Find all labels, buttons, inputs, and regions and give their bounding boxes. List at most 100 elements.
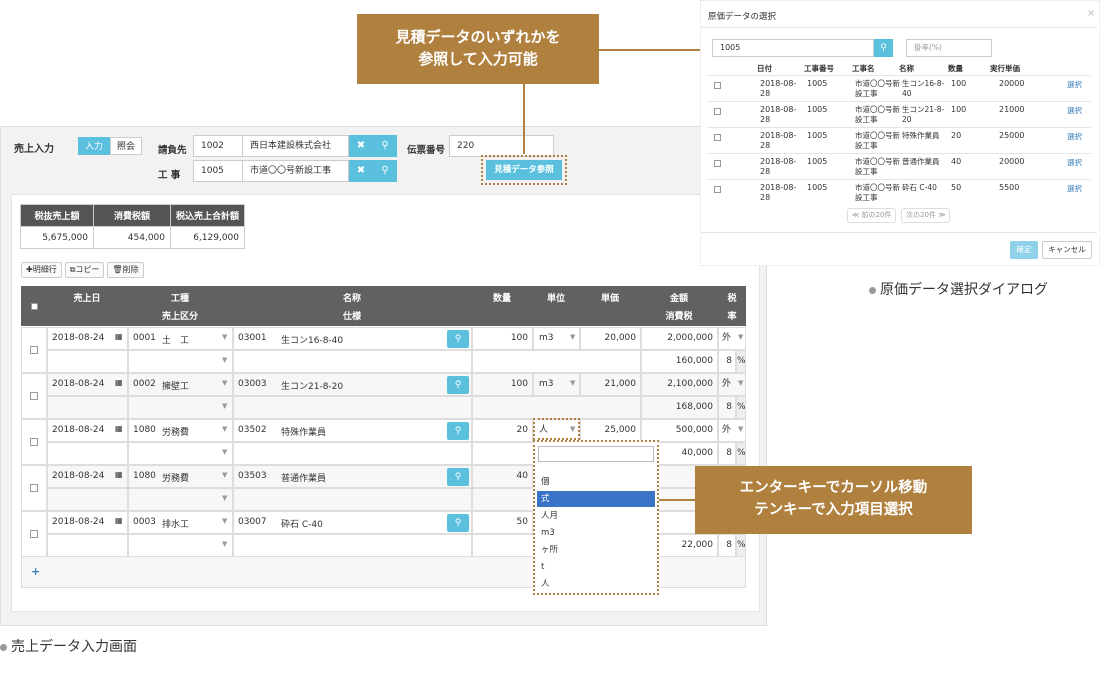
clear-icon[interactable]: ✖ (349, 160, 373, 182)
name-cell[interactable]: 03007 (233, 511, 472, 534)
sales-type-cell[interactable] (128, 396, 233, 419)
unit-option[interactable]: t (537, 559, 655, 575)
search-icon[interactable]: ⚲ (447, 422, 469, 440)
spec-cell[interactable] (233, 350, 472, 373)
sales-type-cell[interactable] (128, 488, 233, 511)
select-all-checkbox[interactable] (31, 303, 38, 310)
row-checkbox[interactable] (30, 530, 38, 538)
close-icon[interactable]: × (1087, 8, 1095, 19)
calendar-icon[interactable]: ▦ (115, 332, 123, 341)
name-cell[interactable]: 03502 (233, 419, 472, 442)
tax-rate-cell[interactable]: 8 (718, 442, 736, 465)
copy-button[interactable]: ⧉コピー (64, 262, 105, 278)
add-row-button[interactable]: ✚明細行 (21, 262, 62, 278)
next-page-button[interactable]: 次の20件 ≫ (901, 208, 951, 223)
qty-cell[interactable]: 100 (472, 373, 533, 396)
unit-option[interactable]: ヶ所 (537, 542, 655, 558)
select-link[interactable]: 選択 (1067, 79, 1082, 90)
chevron-down-icon[interactable]: ▼ (222, 379, 227, 387)
qty-cell[interactable]: 20 (472, 419, 533, 442)
chevron-down-icon[interactable]: ▼ (222, 448, 227, 456)
billing-name-input[interactable]: 西日本建設株式会社 (242, 135, 349, 157)
unit-option[interactable]: 人月 (537, 508, 655, 524)
project-name-input[interactable]: 市道〇〇号新設工事 (242, 160, 349, 182)
price-cell[interactable]: 20,000 (580, 327, 641, 350)
tab-view[interactable]: 照会 (110, 137, 143, 155)
spec-cell[interactable] (233, 488, 472, 511)
select-link[interactable]: 選択 (1067, 157, 1082, 168)
chevron-down-icon[interactable]: ▼ (222, 540, 227, 548)
unit-option[interactable]: 式 (537, 491, 655, 507)
row-checkbox[interactable] (30, 346, 38, 354)
tax-rate-cell[interactable]: 8 (718, 350, 736, 373)
search-icon[interactable]: ⚲ (447, 468, 469, 486)
search-icon[interactable]: ⚲ (447, 514, 469, 532)
cancel-button[interactable]: キャンセル (1042, 241, 1092, 259)
spec-cell[interactable] (233, 396, 472, 419)
sales-type-cell[interactable] (128, 534, 233, 557)
qty-cell[interactable]: 40 (472, 465, 533, 488)
chevron-down-icon[interactable]: ▼ (222, 356, 227, 364)
sales-type-cell[interactable] (128, 350, 233, 373)
chevron-down-icon[interactable]: ▼ (222, 402, 227, 410)
chevron-down-icon[interactable]: ▼ (570, 333, 575, 341)
chevron-down-icon[interactable]: ▼ (738, 379, 743, 387)
estimate-reference-button[interactable]: 見積データ参照 (486, 160, 562, 180)
price-cell[interactable]: 25,000 (580, 419, 641, 442)
search-icon[interactable]: ⚲ (447, 376, 469, 394)
calendar-icon[interactable]: ▦ (115, 516, 123, 525)
row-checkbox[interactable] (714, 134, 721, 141)
qty-cell[interactable]: 50 (472, 511, 533, 534)
select-link[interactable]: 選択 (1067, 131, 1082, 142)
unit-option[interactable]: m3 (537, 525, 655, 541)
prev-page-button[interactable]: ≪ 前の20件 (847, 208, 897, 223)
tab-input[interactable]: 入力 (78, 137, 111, 155)
row-checkbox[interactable] (30, 438, 38, 446)
delete-button[interactable]: 🗑削除 (107, 262, 144, 278)
chevron-down-icon[interactable]: ▼ (222, 471, 227, 479)
chevron-down-icon[interactable]: ▼ (222, 494, 227, 502)
confirm-button[interactable]: 確定 (1010, 241, 1038, 259)
chevron-down-icon[interactable]: ▼ (222, 333, 227, 341)
project-code-input[interactable]: 1005 (193, 160, 243, 182)
row-checkbox[interactable] (30, 392, 38, 400)
chevron-down-icon[interactable]: ▼ (222, 425, 227, 433)
calendar-icon[interactable]: ▦ (115, 378, 123, 387)
slip-number-input[interactable]: 220 (449, 135, 554, 157)
qty-cell[interactable]: 100 (472, 327, 533, 350)
clear-icon[interactable]: ✖ (349, 135, 373, 157)
dialog-search-input[interactable]: 1005 (712, 39, 874, 57)
row-checkbox[interactable] (714, 108, 721, 115)
select-link[interactable]: 選択 (1067, 183, 1082, 194)
search-icon[interactable]: ⚲ (447, 330, 469, 348)
tax-rate-cell[interactable]: 8 (718, 534, 736, 557)
row-checkbox[interactable] (30, 484, 38, 492)
calendar-icon[interactable]: ▦ (115, 424, 123, 433)
search-icon[interactable]: ⚲ (373, 135, 397, 157)
row-checkbox[interactable] (714, 160, 721, 167)
price-cell[interactable]: 21,000 (580, 373, 641, 396)
search-icon[interactable]: ⚲ (874, 39, 893, 57)
unit-option[interactable]: 人 (537, 576, 655, 592)
chevron-down-icon[interactable]: ▼ (222, 517, 227, 525)
name-cell[interactable]: 03003 (233, 373, 472, 396)
rate-input[interactable]: 掛率(%) (906, 39, 992, 57)
spec-cell[interactable] (233, 442, 472, 465)
search-icon[interactable]: ⚲ (373, 160, 397, 182)
tax-rate-cell[interactable]: 8 (718, 396, 736, 419)
row-checkbox[interactable] (714, 186, 721, 193)
chevron-down-icon[interactable]: ▼ (738, 425, 743, 433)
spec-cell[interactable] (233, 534, 472, 557)
row-checkbox[interactable] (714, 82, 721, 89)
add-row-plus-icon[interactable]: + (31, 565, 40, 578)
chevron-down-icon[interactable]: ▼ (570, 379, 575, 387)
name-cell[interactable]: 03503 (233, 465, 472, 488)
select-link[interactable]: 選択 (1067, 105, 1082, 116)
sales-type-cell[interactable] (128, 442, 233, 465)
unit-option[interactable]: 個 (537, 474, 655, 490)
unit-filter-input[interactable] (538, 446, 654, 462)
billing-code-input[interactable]: 1002 (193, 135, 243, 157)
chevron-down-icon[interactable]: ▼ (738, 333, 743, 341)
calendar-icon[interactable]: ▦ (115, 470, 123, 479)
name-cell[interactable]: 03001 (233, 327, 472, 350)
